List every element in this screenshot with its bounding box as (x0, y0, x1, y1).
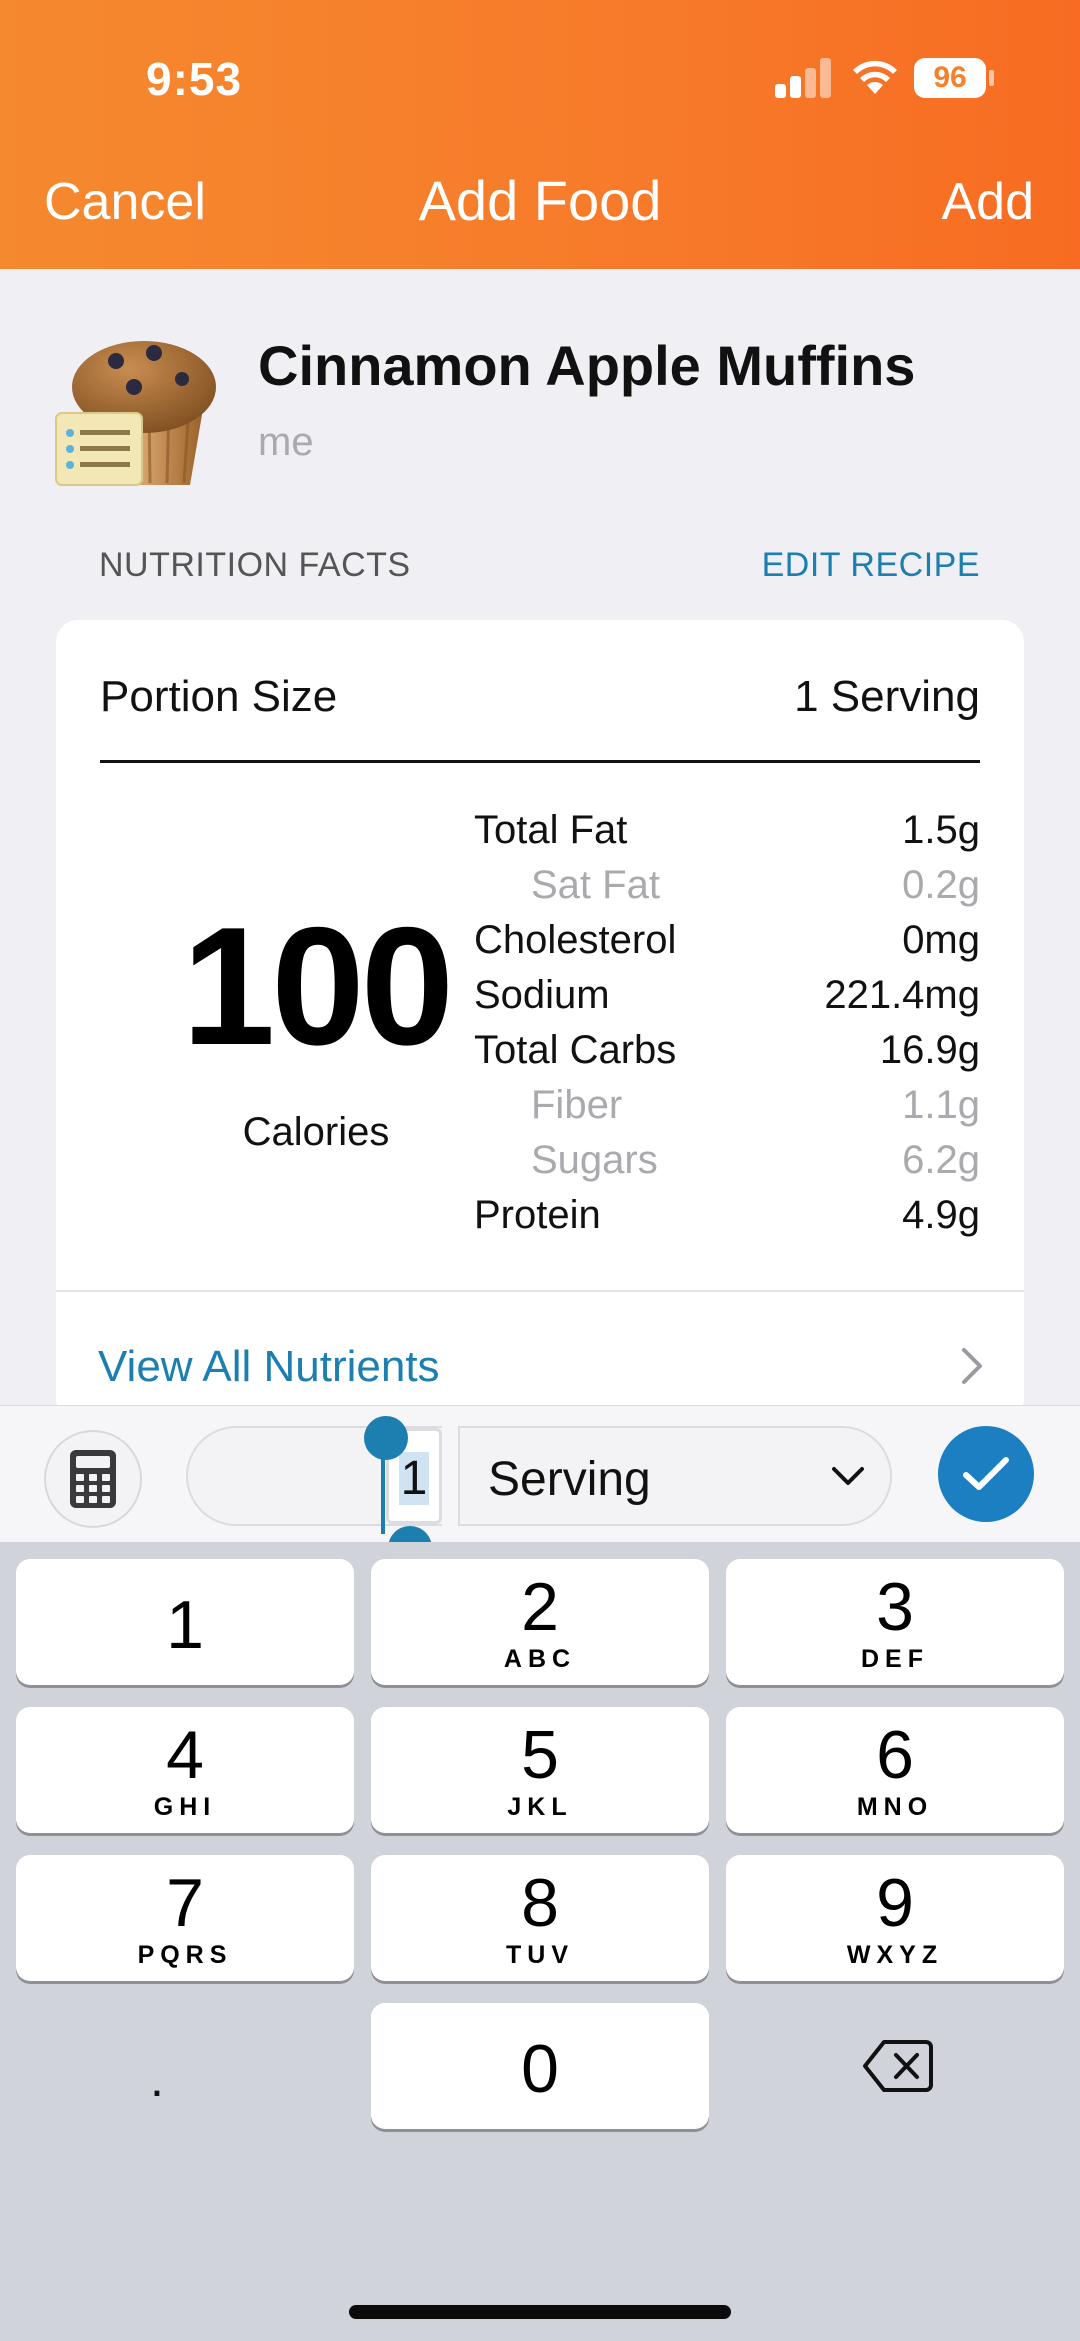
key-letters: JKL (507, 1793, 573, 1821)
chevron-right-icon[interactable] (960, 1346, 984, 1386)
key-digit: 8 (521, 1865, 559, 1941)
key-decimal[interactable]: . (150, 2050, 164, 2108)
nutrient-label: Cholesterol (474, 918, 677, 962)
nutrient-value: 1.1g (902, 1083, 980, 1127)
key-digit: 4 (166, 1717, 204, 1793)
battery-icon: 96 (914, 58, 986, 98)
nutrition-facts-heading: NUTRITION FACTS (99, 546, 411, 584)
nutrient-value: 4.9g (902, 1193, 980, 1237)
key-3[interactable]: 3 DEF (726, 1559, 1064, 1685)
calories-label: Calories (242, 1110, 390, 1154)
divider (56, 1290, 1024, 1292)
edit-recipe-link[interactable]: EDIT RECIPE (762, 546, 980, 585)
confirm-button[interactable] (938, 1426, 1034, 1522)
nutrient-row-sodium: Sodium 221.4mg (474, 973, 980, 1028)
calories-value: 100 (181, 892, 454, 1080)
nutrient-label: Sat Fat (531, 863, 660, 907)
unit-dropdown[interactable]: Serving (458, 1426, 892, 1526)
nutrient-row-protein: Protein 4.9g (474, 1193, 980, 1248)
add-button[interactable]: Add (941, 172, 1034, 232)
nutrient-value: 221.4mg (824, 973, 980, 1017)
nutrient-row-cholesterol: Cholesterol 0mg (474, 918, 980, 973)
nutrient-value: 0mg (902, 918, 980, 962)
key-letters: TUV (506, 1941, 574, 1969)
cancel-button[interactable]: Cancel (44, 172, 206, 232)
key-digit: 1 (166, 1587, 204, 1663)
key-letters: PQRS (137, 1941, 233, 1969)
muffin-recipe-icon (55, 341, 216, 486)
portion-size-label: Portion Size (100, 672, 338, 721)
nutrient-row-total-carbs: Total Carbs 16.9g (474, 1028, 980, 1083)
numeric-keypad: 1 2 ABC 3 DEF 4 GHI 5 JKL 6 MNO 7 PQRS 8… (0, 1542, 1080, 2341)
food-name: Cinnamon Apple Muffins (258, 334, 916, 397)
key-digit: 6 (876, 1717, 914, 1793)
backspace-icon[interactable] (862, 2038, 934, 2094)
nutrient-row-sugars: Sugars 6.2g (474, 1138, 980, 1193)
nutrition-card: Portion Size 1 Serving 100 Calories Tota… (56, 620, 1024, 1420)
key-digit: 7 (166, 1865, 204, 1941)
key-letters: MNO (856, 1793, 934, 1821)
key-1[interactable]: 1 (16, 1559, 354, 1685)
chevron-down-icon (832, 1467, 864, 1485)
nutrient-row-total-fat: Total Fat 1.5g (474, 808, 980, 863)
nutrient-row-sat-fat: Sat Fat 0.2g (474, 863, 980, 918)
status-time: 9:53 (146, 53, 243, 105)
portion-size-value: 1 Serving (794, 672, 980, 721)
key-letters: WXYZ (846, 1941, 944, 1969)
key-digit: 0 (521, 2031, 559, 2107)
divider (100, 760, 980, 763)
key-4[interactable]: 4 GHI (16, 1707, 354, 1833)
nutrient-list: Total Fat 1.5g Sat Fat 0.2g Cholesterol … (474, 808, 980, 1248)
key-5[interactable]: 5 JKL (371, 1707, 709, 1833)
key-letters: GHI (153, 1793, 217, 1821)
selection-handle-start[interactable] (364, 1416, 408, 1460)
key-digit: 5 (521, 1717, 559, 1793)
food-brand: me (258, 420, 314, 464)
key-digit: 3 (876, 1569, 914, 1645)
cellular-signal-icon (775, 58, 831, 98)
key-letters: DEF (861, 1645, 929, 1673)
nutrient-label: Sugars (531, 1138, 658, 1182)
nutrient-row-fiber: Fiber 1.1g (474, 1083, 980, 1138)
nutrient-value: 0.2g (902, 863, 980, 907)
quantity-input-bar: 1 Serving (0, 1405, 1080, 1570)
nutrient-label: Protein (474, 1193, 601, 1237)
nutrient-label: Sodium (474, 973, 610, 1017)
battery-tip (989, 70, 994, 86)
unit-selected-value: Serving (488, 1453, 651, 1506)
app-header: 9:53 96 Cancel Add Food Add (0, 0, 1080, 269)
key-6[interactable]: 6 MNO (726, 1707, 1064, 1833)
key-digit: 9 (876, 1865, 914, 1941)
view-all-nutrients-link[interactable]: View All Nutrients (98, 1342, 440, 1392)
nutrient-value: 6.2g (902, 1138, 980, 1182)
key-8[interactable]: 8 TUV (371, 1855, 709, 1981)
key-letters: ABC (503, 1645, 577, 1673)
calculator-icon (70, 1450, 116, 1508)
key-7[interactable]: 7 PQRS (16, 1855, 354, 1981)
key-digit: 2 (521, 1569, 559, 1645)
nutrient-label: Total Fat (474, 808, 628, 852)
checkmark-icon (963, 1457, 1009, 1490)
key-0[interactable]: 0 (371, 2003, 709, 2129)
nutrient-label: Total Carbs (474, 1028, 677, 1072)
nutrient-value: 16.9g (879, 1028, 980, 1072)
home-indicator[interactable] (349, 2305, 731, 2319)
quantity-field[interactable]: 1 (186, 1416, 442, 1570)
wifi-icon (853, 60, 897, 94)
key-2[interactable]: 2 ABC (371, 1559, 709, 1685)
page-title: Add Food (418, 169, 662, 232)
quantity-selected-text: 1 (398, 1452, 430, 1505)
key-9[interactable]: 9 WXYZ (726, 1855, 1064, 1981)
nutrient-value: 1.5g (902, 808, 980, 852)
calculator-button[interactable] (44, 1430, 142, 1528)
nutrient-label: Fiber (531, 1083, 623, 1127)
